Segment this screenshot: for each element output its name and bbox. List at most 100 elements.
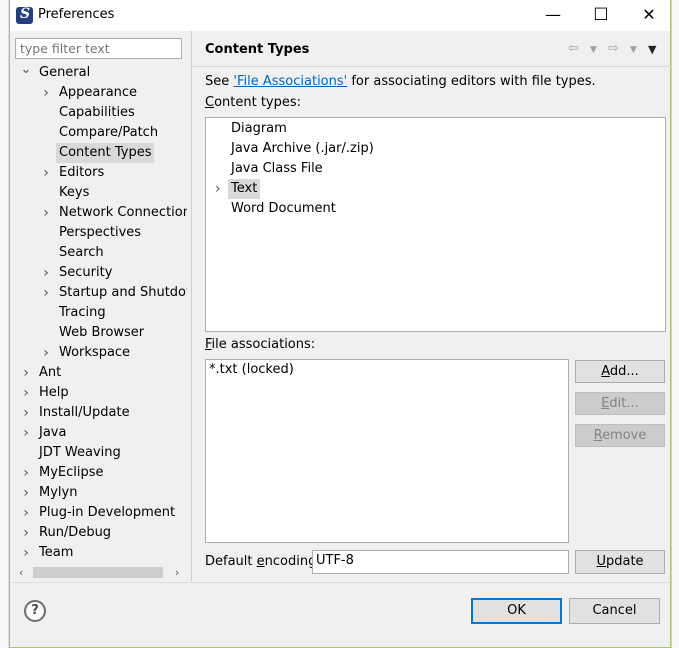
- tree-item[interactable]: › Editors: [15, 163, 187, 183]
- pane-divider[interactable]: [191, 31, 192, 581]
- content-type-item[interactable]: Java Archive (.jar/.zip): [206, 139, 665, 159]
- chevron-right-icon[interactable]: ›: [215, 179, 221, 199]
- content-type-item[interactable]: Java Class File: [206, 159, 665, 179]
- tree-item-label: Plug-in Development: [39, 505, 176, 520]
- chevron-right-icon[interactable]: ›: [40, 343, 52, 363]
- chevron-right-icon[interactable]: ›: [20, 463, 32, 483]
- tree-item[interactable]: Capabilities: [15, 103, 187, 123]
- tree-item[interactable]: › Ant: [15, 363, 187, 383]
- tree-item[interactable]: › Network Connections: [15, 203, 187, 223]
- file-associations-label: File associations:: [205, 337, 315, 352]
- tree-item[interactable]: Search: [15, 243, 187, 263]
- content-type-item[interactable]: Diagram: [206, 119, 665, 139]
- tree-item[interactable]: › Run/Debug: [15, 523, 187, 543]
- tree-item[interactable]: Perspectives: [15, 223, 187, 243]
- file-association-item[interactable]: *.txt (locked): [209, 360, 294, 380]
- tree-item[interactable]: Compare/Patch: [15, 123, 187, 143]
- chevron-right-icon[interactable]: ›: [40, 163, 52, 183]
- minimize-button[interactable]: —: [530, 0, 576, 31]
- tree-item[interactable]: Web Browser: [15, 323, 187, 343]
- edit-button[interactable]: Edit...: [575, 392, 665, 415]
- file-associations-link[interactable]: 'File Associations': [233, 74, 347, 89]
- tree-item[interactable]: › Java: [15, 423, 187, 443]
- help-icon[interactable]: ?: [24, 600, 46, 622]
- tree-item-label: General: [39, 65, 91, 80]
- tree-item[interactable]: › MyEclipse: [15, 463, 187, 483]
- chevron-right-icon[interactable]: ›: [20, 523, 32, 543]
- chevron-right-icon[interactable]: ›: [20, 383, 32, 403]
- mnemonic: A: [601, 364, 610, 379]
- tree-item[interactable]: › Install/Update: [15, 403, 187, 423]
- preference-tree[interactable]: ⌄ General › Appearance Capabilities Compare/P…: [15, 63, 187, 563]
- tree-item-label: Install/Update: [39, 405, 130, 420]
- mnemonic: e: [256, 554, 265, 569]
- title-bar: S Preferences — ☐ ✕: [10, 0, 670, 31]
- label-text: ontent types:: [214, 95, 302, 110]
- tree-item[interactable]: › Mylyn: [15, 483, 187, 503]
- tree-item-label: Startup and Shutdown: [59, 285, 187, 300]
- tree-item[interactable]: Keys: [15, 183, 187, 203]
- default-encoding-input[interactable]: UTF-8: [312, 550, 569, 574]
- file-associations-list[interactable]: *.txt (locked): [205, 359, 569, 543]
- remove-button[interactable]: Remove: [575, 424, 665, 447]
- tree-horizontal-scrollbar[interactable]: ‹ ›: [15, 565, 187, 580]
- tree-item[interactable]: Content Types: [15, 143, 187, 163]
- cancel-button[interactable]: Cancel: [569, 598, 660, 624]
- window-title: Preferences: [38, 7, 115, 22]
- scroll-right-icon[interactable]: ›: [175, 565, 179, 580]
- filter-input[interactable]: [15, 38, 182, 59]
- tree-item[interactable]: › Workspace: [15, 343, 187, 363]
- ok-button[interactable]: OK: [471, 598, 562, 624]
- add-button[interactable]: Add...: [575, 360, 665, 383]
- content-types-list[interactable]: Diagram Java Archive (.jar/.zip) Java Clas…: [205, 117, 666, 332]
- chevron-down-icon[interactable]: ⌄: [20, 63, 32, 83]
- page-title: Content Types: [205, 42, 310, 57]
- tree-item[interactable]: › Startup and Shutdown: [15, 283, 187, 303]
- content-type-label: Java Archive (.jar/.zip): [231, 141, 374, 156]
- update-button[interactable]: Update: [575, 550, 665, 574]
- close-button[interactable]: ✕: [626, 0, 672, 31]
- button-label: dit...: [609, 396, 639, 411]
- tree-item-label: Ant: [39, 365, 62, 380]
- content-types-label: Content types:: [205, 95, 301, 110]
- chevron-right-icon[interactable]: ›: [40, 263, 52, 283]
- tree-item-label: Web Browser: [59, 325, 145, 340]
- back-dropdown-icon[interactable]: ▼: [590, 45, 597, 55]
- chevron-right-icon[interactable]: ›: [20, 543, 32, 563]
- scroll-left-icon[interactable]: ‹: [19, 565, 23, 580]
- background-editor-right: [671, 0, 679, 648]
- view-menu-icon[interactable]: ▼: [648, 43, 656, 56]
- chevron-right-icon[interactable]: ›: [20, 503, 32, 523]
- maximize-button[interactable]: ☐: [578, 0, 624, 31]
- tree-item[interactable]: › Help: [15, 383, 187, 403]
- content-type-item[interactable]: › Text: [206, 179, 665, 199]
- label-text: ile associations:: [211, 337, 316, 352]
- scrollbar-thumb[interactable]: [33, 567, 163, 578]
- description-suffix: for associating editors with file types.: [347, 74, 596, 89]
- tree-item[interactable]: JDT Weaving: [15, 443, 187, 463]
- default-encoding-label: Default encoding:: [205, 554, 321, 569]
- tree-item-label: JDT Weaving: [39, 445, 121, 460]
- tree-item[interactable]: ⌄ General: [15, 63, 187, 83]
- chevron-right-icon[interactable]: ›: [40, 83, 52, 103]
- content-type-item[interactable]: Word Document: [206, 199, 665, 219]
- chevron-right-icon[interactable]: ›: [20, 423, 32, 443]
- chevron-right-icon[interactable]: ›: [40, 203, 52, 223]
- tree-item[interactable]: › Plug-in Development: [15, 503, 187, 523]
- chevron-right-icon[interactable]: ›: [20, 403, 32, 423]
- content-type-label: Java Class File: [231, 161, 323, 176]
- label-text: Default: [205, 554, 257, 569]
- chevron-right-icon[interactable]: ›: [20, 363, 32, 383]
- forward-arrow-icon[interactable]: ⇨: [608, 41, 619, 56]
- back-arrow-icon[interactable]: ⇦: [568, 41, 579, 56]
- tree-item[interactable]: › Appearance: [15, 83, 187, 103]
- tree-item-label: Keys: [59, 185, 90, 200]
- forward-dropdown-icon[interactable]: ▼: [630, 45, 637, 55]
- button-label: dd...: [609, 364, 639, 379]
- tree-item[interactable]: › Security: [15, 263, 187, 283]
- chevron-right-icon[interactable]: ›: [40, 283, 52, 303]
- app-icon: S: [16, 6, 33, 24]
- tree-item[interactable]: › Team: [15, 543, 187, 563]
- tree-item[interactable]: Tracing: [15, 303, 187, 323]
- chevron-right-icon[interactable]: ›: [20, 483, 32, 503]
